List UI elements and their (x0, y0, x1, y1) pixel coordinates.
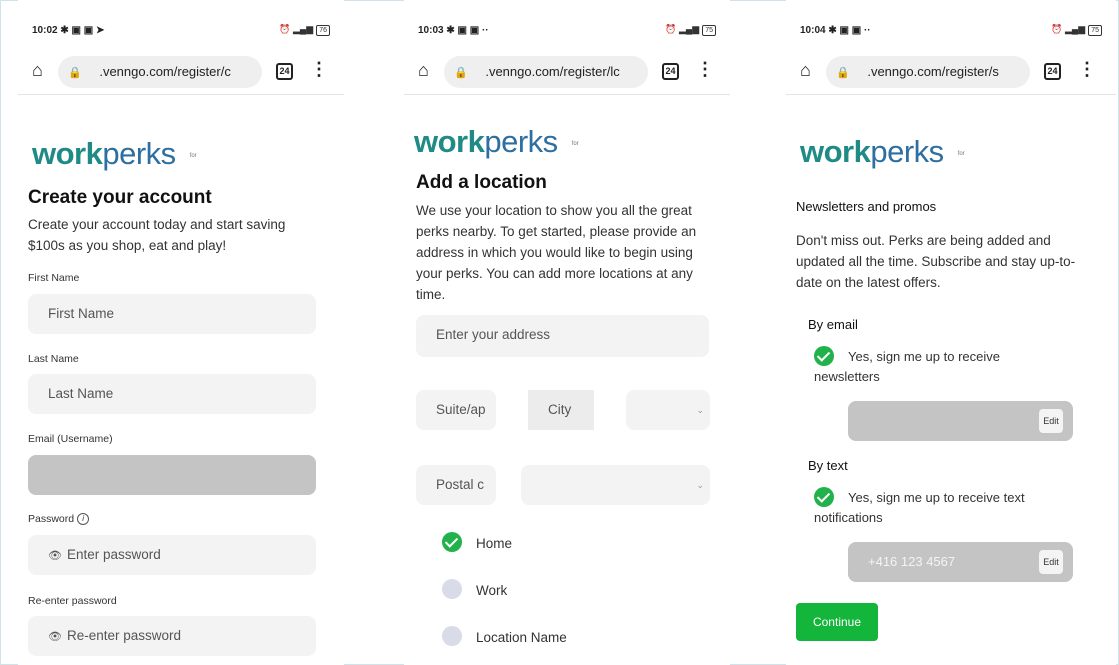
radio-location-name-label: Location Name (476, 630, 567, 645)
battery-icon: 76 (316, 25, 330, 36)
page-description: We use your location to show you all the… (416, 203, 697, 302)
screen-add-location: 10:03 ✱ ▣ ▣ ·· ⏰ ▂▄▆ 75 ⌂ 🔒 .venngo.com/r… (404, 0, 730, 665)
status-bar: 10:03 ✱ ▣ ▣ ·· ⏰ ▂▄▆ 75 (404, 22, 730, 38)
browser-toolbar: ⌂ 🔒 .venngo.com/register/c 24 ⋮ (18, 54, 344, 90)
workperks-logo: workperks for (414, 124, 579, 159)
battery-icon: 75 (702, 25, 716, 36)
page-description: Create your account today and start savi… (28, 217, 286, 253)
eye-icon[interactable]: 👁 (48, 550, 62, 562)
kebab-menu-icon[interactable]: ⋮ (696, 59, 714, 80)
info-icon[interactable]: i (77, 513, 90, 526)
city-input[interactable]: City (528, 390, 594, 430)
postal-code-input[interactable]: Postal c (416, 465, 496, 505)
status-bar: 10:02 ✱ ▣ ▣ ➤ ⏰ ▂▄▆ 76 (18, 22, 344, 38)
url-text: .venngo.com/register/c (99, 64, 231, 79)
kebab-menu-icon[interactable]: ⋮ (1078, 59, 1096, 80)
by-email-heading: By email (808, 317, 858, 332)
status-icons: ✱ ▣ ▣ ➤ (60, 25, 105, 36)
signal-icon: ⏰ ▂▄▆ (665, 24, 700, 34)
toolbar-divider (786, 94, 1116, 95)
first-name-input[interactable]: First Name (28, 294, 316, 334)
continue-button[interactable]: Continue (796, 603, 878, 641)
eye-icon[interactable]: 👁 (48, 631, 62, 643)
reenter-password-label: Re-enter password (28, 595, 117, 607)
address-bar[interactable]: 🔒 .venngo.com/register/c (58, 56, 262, 88)
lock-icon: 🔒 (68, 67, 82, 79)
status-time: 10:02 (32, 25, 58, 36)
signal-icon: ⏰ ▂▄▆ (1051, 24, 1086, 34)
workperks-logo: workperks for (800, 134, 965, 169)
email-optin-label: Yes, sign me up to receive newsletters (814, 349, 1000, 384)
home-icon[interactable]: ⌂ (418, 60, 429, 81)
page-title: Add a location (416, 172, 547, 193)
country-select[interactable]: ⌄ (521, 465, 710, 505)
browser-toolbar: ⌂ 🔒 .venngo.com/register/s 24 ⋮ (786, 54, 1116, 90)
status-time: 10:04 (800, 25, 826, 36)
email-input[interactable] (28, 455, 316, 495)
radio-location-name[interactable] (442, 626, 462, 646)
browser-toolbar: ⌂ 🔒 .venngo.com/register/lc 24 ⋮ (404, 54, 730, 90)
page-title: Create your account (28, 187, 212, 208)
password-label: Password (28, 513, 75, 525)
text-optin-label: Yes, sign me up to receive text notifica… (814, 490, 1025, 525)
suite-input[interactable]: Suite/ap (416, 390, 496, 430)
chevron-down-icon: ⌄ (696, 405, 704, 415)
battery-icon: 75 (1088, 25, 1102, 36)
status-bar: 10:04 ✱ ▣ ▣ ·· ⏰ ▂▄▆ 75 (786, 22, 1116, 38)
address-bar[interactable]: 🔒 .venngo.com/register/lc (444, 56, 648, 88)
chevron-down-icon: ⌄ (696, 480, 704, 490)
status-icons: ✱ ▣ ▣ ·· (446, 25, 489, 36)
section-title: Newsletters and promos (796, 199, 937, 214)
screen-newsletters: 10:04 ✱ ▣ ▣ ·· ⏰ ▂▄▆ 75 ⌂ 🔒 .venngo.com/r… (786, 0, 1116, 665)
radio-work-label: Work (476, 583, 508, 598)
toolbar-divider (18, 94, 344, 95)
email-label: Email (Username) (28, 433, 113, 445)
tab-count-button[interactable]: 24 (662, 63, 679, 80)
reenter-password-input[interactable]: 👁 Re-enter password (28, 616, 316, 656)
phone-value-field: +416 123 4567 Edit (848, 542, 1073, 582)
tab-count-button[interactable]: 24 (276, 63, 293, 80)
edit-phone-button[interactable]: Edit (1039, 550, 1063, 574)
home-icon[interactable]: ⌂ (800, 60, 811, 81)
lock-icon: 🔒 (454, 67, 468, 79)
password-label-row: Password i (28, 513, 90, 526)
url-text: .venngo.com/register/lc (485, 64, 620, 79)
toolbar-divider (404, 94, 730, 95)
email-value-field: Edit (848, 401, 1073, 441)
url-text: .venngo.com/register/s (867, 64, 999, 79)
edit-email-button[interactable]: Edit (1039, 409, 1063, 433)
by-text-heading: By text (808, 458, 848, 473)
status-icons: ✱ ▣ ▣ ·· (828, 25, 871, 36)
workperks-logo: workperks for (32, 136, 197, 171)
last-name-label: Last Name (28, 353, 79, 365)
signal-icon: ⏰ ▂▄▆ (279, 24, 314, 34)
tab-count-button[interactable]: 24 (1044, 63, 1061, 80)
kebab-menu-icon[interactable]: ⋮ (310, 59, 328, 80)
radio-home[interactable] (442, 532, 462, 552)
page-description: Don't miss out. Perks are being added an… (796, 233, 1076, 290)
lock-icon: 🔒 (836, 67, 850, 79)
last-name-input[interactable]: Last Name (28, 374, 316, 414)
radio-work[interactable] (442, 579, 462, 599)
status-time: 10:03 (418, 25, 444, 36)
screen-create-account: 10:02 ✱ ▣ ▣ ➤ ⏰ ▂▄▆ 76 ⌂ 🔒 .venngo.com/re… (18, 0, 344, 665)
address-bar[interactable]: 🔒 .venngo.com/register/s (826, 56, 1030, 88)
province-select[interactable]: ⌄ (626, 390, 710, 430)
password-input[interactable]: 👁 Enter password (28, 535, 316, 575)
radio-home-label: Home (476, 536, 513, 551)
first-name-label: First Name (28, 272, 80, 284)
address-input[interactable]: Enter your address (416, 315, 709, 357)
home-icon[interactable]: ⌂ (32, 60, 43, 81)
